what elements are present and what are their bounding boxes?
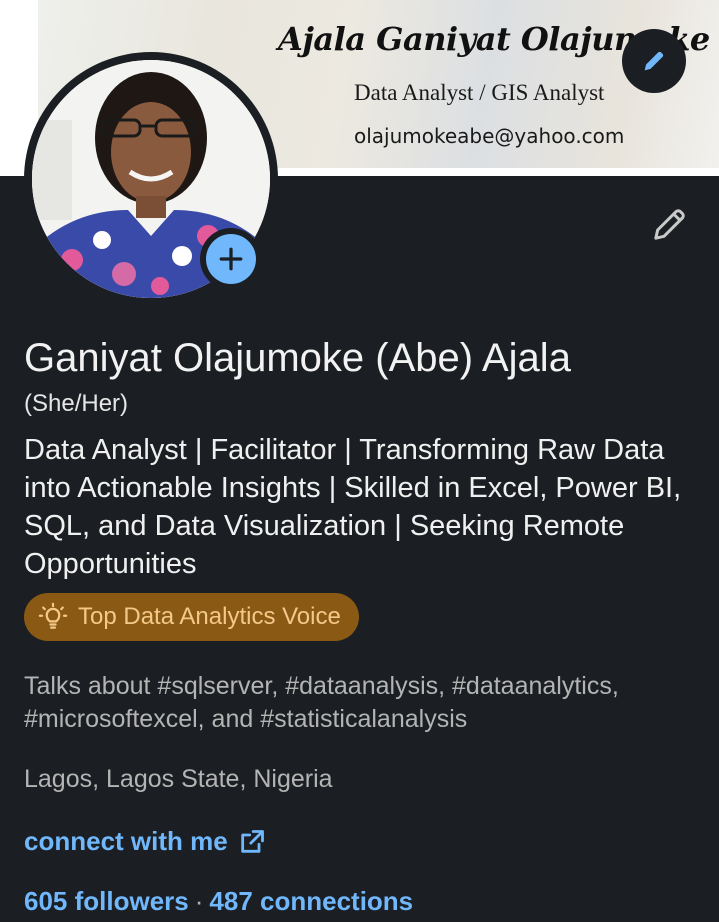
network-stats: 605 followers · 487 connections xyxy=(24,886,413,917)
talks-about: Talks about #sqlserver, #dataanalysis, #… xyxy=(24,672,619,733)
profile-name: Ganiyat Olajumoke (Abe) Ajala xyxy=(24,336,571,380)
connect-link[interactable]: connect with me xyxy=(24,826,266,857)
edit-intro-button[interactable] xyxy=(646,200,694,248)
stats-separator: · xyxy=(194,886,204,916)
followers-link[interactable]: 605 followers xyxy=(24,886,189,916)
profile-headline: Data Analyst | Facilitator | Transformin… xyxy=(24,434,682,580)
add-photo-button[interactable] xyxy=(200,228,262,290)
pencil-icon xyxy=(644,51,664,71)
badge-label: Top Data Analytics Voice xyxy=(78,603,341,630)
pencil-icon xyxy=(654,209,685,240)
location: Lagos, Lagos State, Nigeria xyxy=(24,765,333,793)
plus-icon xyxy=(219,247,243,271)
lightbulb-icon xyxy=(38,602,68,629)
connections-link[interactable]: 487 connections xyxy=(209,886,413,916)
connect-link-label: connect with me xyxy=(24,826,228,856)
pronouns: (She/Her) xyxy=(24,390,129,417)
add-photo-circle xyxy=(206,234,256,284)
banner-role-text: Data Analyst / GIS Analyst xyxy=(354,80,605,105)
edit-banner-button[interactable] xyxy=(622,29,686,93)
external-link-icon xyxy=(240,829,264,853)
top-voice-badge[interactable]: Top Data Analytics Voice xyxy=(24,593,359,641)
banner-email-text: olajumokeabe@yahoo.com xyxy=(354,124,625,148)
